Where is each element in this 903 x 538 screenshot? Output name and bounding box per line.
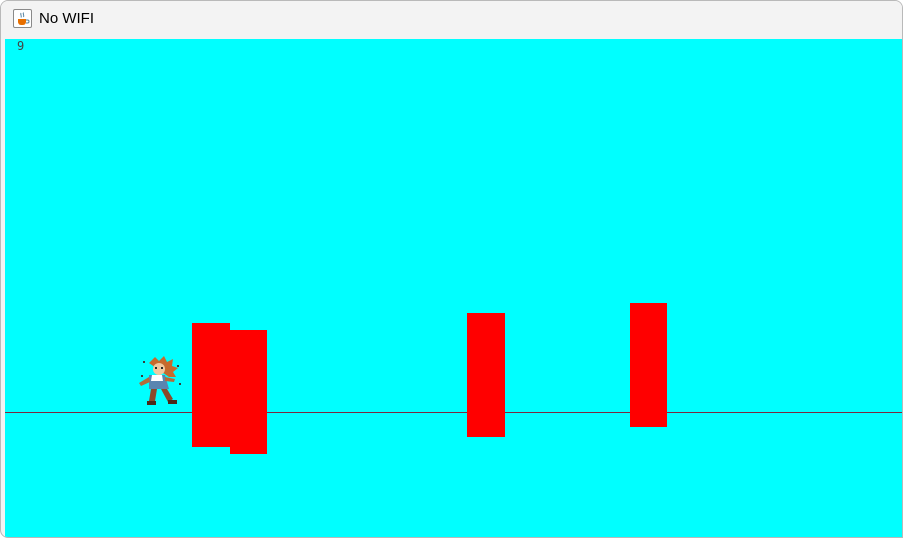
java-coffee-cup-icon[interactable] — [13, 9, 32, 28]
obstacle-4 — [630, 303, 667, 427]
player-character-sprite — [135, 353, 187, 409]
title-bar[interactable]: No WIFI — [1, 1, 902, 38]
game-window: No WIFI 9 — [0, 0, 903, 538]
obstacle-3 — [467, 313, 505, 437]
obstacle-2 — [230, 330, 267, 454]
obstacle-1 — [192, 323, 230, 447]
game-canvas[interactable]: 9 — [5, 39, 902, 537]
score-counter: 9 — [17, 39, 25, 53]
ground-line — [5, 412, 902, 413]
window-title: No WIFI — [39, 10, 94, 27]
